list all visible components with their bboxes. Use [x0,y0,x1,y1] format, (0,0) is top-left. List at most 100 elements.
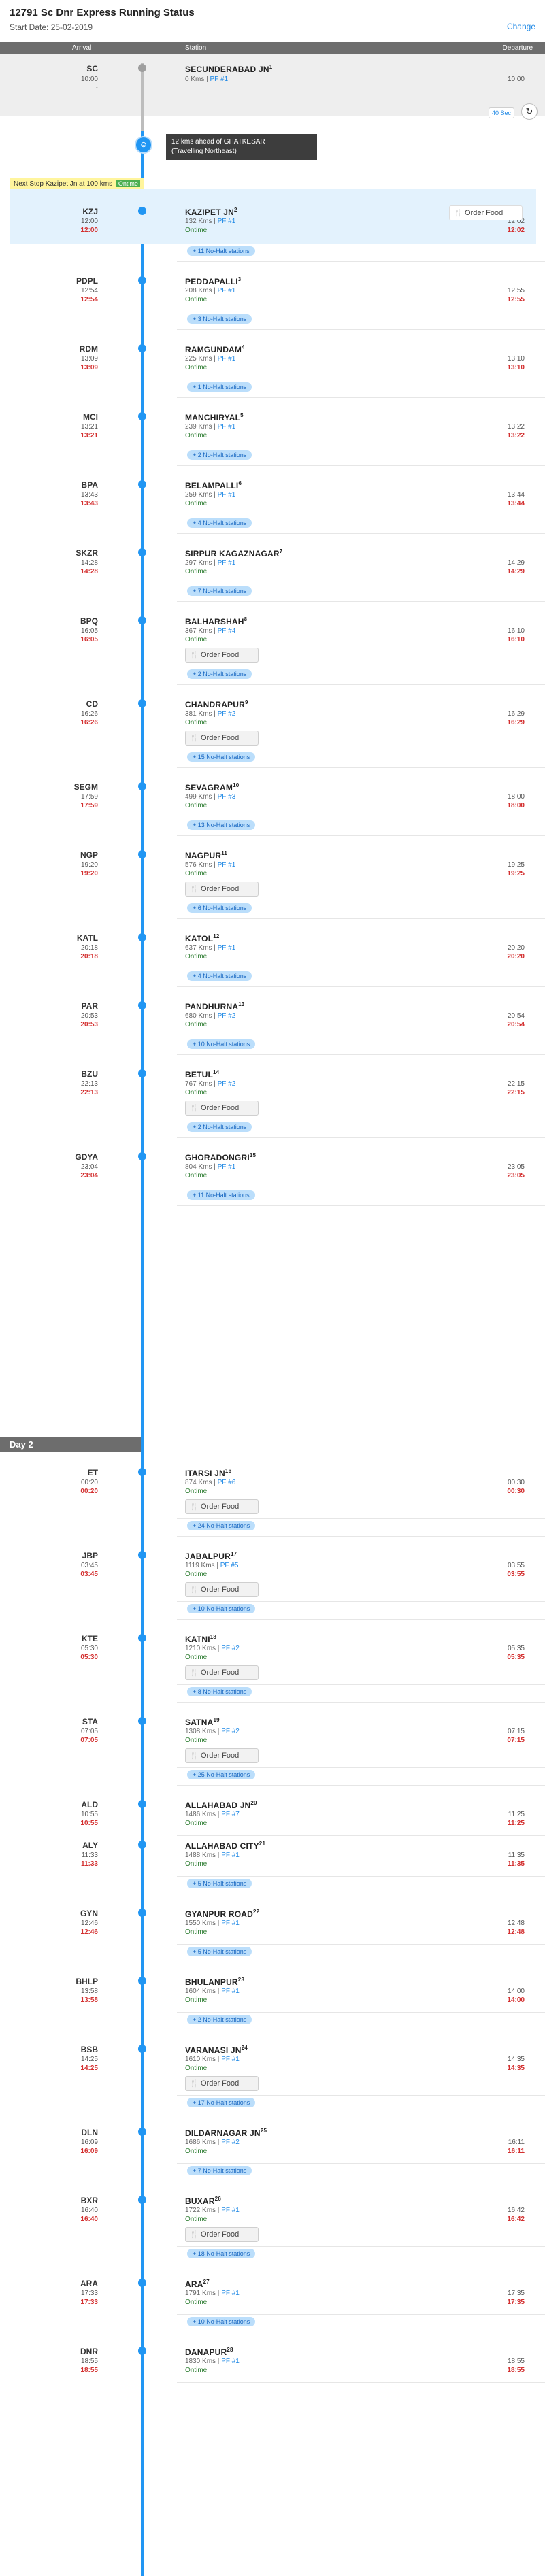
order-food-button[interactable]: 🍴 Order Food [185,1665,259,1680]
refresh-icon[interactable]: ↻ [521,103,538,120]
actual-departure: 16:11 [507,2147,525,2155]
order-food-button[interactable]: 🍴 Order Food [185,882,259,897]
station-name: ALLAHABAD JN20 [185,1800,257,1810]
distance-platform: 767 Kms | PF #2 [185,1080,236,1088]
station-code: ALD [81,1800,98,1809]
distance-platform: 1488 Kms | PF #1 [185,1852,240,1859]
no-halt-stations-toggle[interactable]: + 10 No-Halt stations [187,1039,256,1049]
actual-departure: 13:22 [507,432,525,439]
scheduled-departure: 14:00 [507,1988,525,1995]
row-divider [177,918,545,919]
scheduled-arrival: 22:13 [80,1080,98,1088]
refresh-interval-button[interactable]: 40 Sec [489,107,514,118]
food-icon: 🍴 [454,210,463,217]
page-title: 12791 Sc Dnr Express Running Status [10,7,195,18]
actual-arrival: 12:54 [80,296,98,303]
no-halt-stations-toggle[interactable]: + 4 No-Halt stations [187,971,252,981]
food-icon: 🍴 [190,735,199,742]
day-divider: Day 2 [0,1437,141,1452]
no-halt-stations-toggle[interactable]: + 10 No-Halt stations [187,1604,256,1613]
actual-departure: 12:55 [507,296,525,303]
row-divider [177,2314,545,2315]
no-halt-stations-toggle[interactable]: + 10 No-Halt stations [187,2317,256,2326]
no-halt-stations-toggle[interactable]: + 2 No-Halt stations [187,450,252,460]
station-name: RAMGUNDAM4 [185,344,245,354]
order-food-button[interactable]: 🍴 Order Food [185,2076,259,2091]
scheduled-departure: 07:15 [507,1728,525,1735]
no-halt-stations-toggle[interactable]: + 8 No-Halt stations [187,1687,252,1696]
order-food-button[interactable]: 🍴 Order Food [185,731,259,746]
no-halt-stations-toggle[interactable]: + 2 No-Halt stations [187,2015,252,2024]
actual-departure: 00:30 [507,1488,525,1495]
no-halt-stations-toggle[interactable]: + 13 No-Halt stations [187,820,256,830]
status-text: Ontime [185,1820,208,1827]
no-halt-stations-toggle[interactable]: + 2 No-Halt stations [187,669,252,679]
scheduled-arrival: 18:55 [80,2358,98,2365]
scheduled-arrival: 16:05 [80,627,98,635]
no-halt-stations-toggle[interactable]: + 2 No-Halt stations [187,1122,252,1132]
scheduled-arrival: 16:09 [80,2139,98,2146]
station-name: MANCHIRYAL5 [185,412,244,422]
station-code: BPA [81,480,98,490]
station-name: PEDDAPALLI3 [185,276,242,286]
status-text: Ontime [185,1654,208,1661]
no-halt-stations-toggle[interactable]: + 5 No-Halt stations [187,1947,252,1956]
no-halt-stations-toggle[interactable]: + 18 No-Halt stations [187,2249,256,2258]
station-code: STA [82,1717,98,1726]
arrival-header: Arrival [72,44,92,52]
status-text: Ontime [185,802,208,809]
station-name: BALHARSHAH8 [185,616,248,626]
actual-arrival: 12:00 [80,227,98,234]
no-halt-stations-toggle[interactable]: + 1 No-Halt stations [187,382,252,392]
station-name: DANAPUR28 [185,2347,233,2357]
station-code: GYN [80,1909,98,1918]
station-dot [138,2196,146,2204]
order-food-button[interactable]: 🍴 Order Food [449,205,523,220]
order-food-button[interactable]: 🍴 Order Food [185,1748,259,1763]
row-divider [177,684,545,685]
order-food-button[interactable]: 🍴 Order Food [185,1582,259,1597]
train-position-box: 12 kms ahead of GHATKESAR (Travelling No… [166,134,317,160]
distance-platform: 576 Kms | PF #1 [185,861,236,869]
next-stop-banner: Next Stop Kazipet Jn at 100 kms Ontime [10,178,144,189]
change-link[interactable]: Change [507,22,535,31]
no-halt-stations-toggle[interactable]: + 4 No-Halt stations [187,518,252,528]
scheduled-departure: 13:44 [507,491,525,499]
status-text: Ontime [185,1737,208,1744]
station-code: BSB [80,2045,98,2054]
status-text: Ontime [185,1089,208,1097]
departure-header: Departure [502,44,533,52]
distance-platform: 1604 Kms | PF #1 [185,1988,240,1995]
order-food-button[interactable]: 🍴 Order Food [185,648,259,663]
row-divider [177,1702,545,1703]
next-stop-text: Next Stop Kazipet Jn at 100 kms [14,180,113,188]
order-food-button[interactable]: 🍴 Order Food [185,2227,259,2242]
station-dot [138,1152,146,1160]
scheduled-arrival: 17:33 [80,2290,98,2297]
no-halt-stations-toggle[interactable]: + 7 No-Halt stations [187,586,252,596]
no-halt-stations-toggle[interactable]: + 5 No-Halt stations [187,1879,252,1888]
status-text: Ontime [185,2064,208,2072]
scheduled-arrival: 13:09 [80,355,98,363]
no-halt-stations-toggle[interactable]: + 24 No-Halt stations [187,1521,256,1530]
row-divider [177,1876,545,1877]
row-divider [177,2163,545,2164]
scheduled-departure: 18:55 [507,2358,525,2365]
no-halt-stations-toggle[interactable]: + 25 No-Halt stations [187,1770,256,1779]
no-halt-stations-toggle[interactable]: + 3 No-Halt stations [187,314,252,324]
station-code: BPQ [80,616,98,626]
order-food-button[interactable]: 🍴 Order Food [185,1499,259,1514]
order-food-button[interactable]: 🍴 Order Food [185,1101,259,1116]
no-halt-stations-toggle[interactable]: + 15 No-Halt stations [187,752,256,762]
no-halt-stations-toggle[interactable]: + 6 No-Halt stations [187,903,252,913]
no-halt-stations-toggle[interactable]: + 11 No-Halt stations [187,246,255,256]
row-divider [177,1205,545,1206]
scheduled-departure: 12:55 [507,287,525,295]
no-halt-stations-toggle[interactable]: + 7 No-Halt stations [187,2166,252,2175]
no-halt-stations-toggle[interactable]: + 11 No-Halt stations [187,1190,255,1200]
station-name: ARA27 [185,2279,210,2289]
no-halt-stations-toggle[interactable]: + 17 No-Halt stations [187,2098,256,2107]
status-text: Ontime [185,1571,208,1578]
row-divider [177,1054,545,1055]
station-dot [138,412,146,420]
